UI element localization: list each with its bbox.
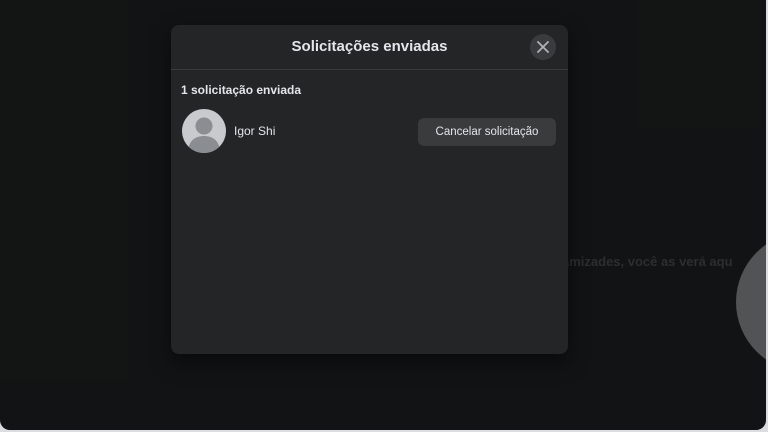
cancel-request-button[interactable]: Cancelar solicitação — [418, 118, 556, 146]
close-button[interactable] — [530, 34, 556, 60]
close-icon — [537, 41, 549, 53]
default-avatar-icon — [188, 117, 220, 153]
dialog-title: Solicitações enviadas — [291, 38, 448, 55]
app-frame: amizades, você as verá aqu Solicitações … — [0, 0, 768, 432]
sent-requests-dialog: Solicitações enviadas 1 solicitação envi… — [171, 25, 568, 354]
list-item: Igor Shi Cancelar solicitação — [181, 109, 557, 155]
avatar[interactable] — [182, 109, 226, 153]
dialog-header: Solicitações enviadas — [171, 25, 568, 70]
page-background: amizades, você as verá aqu Solicitações … — [0, 0, 766, 430]
request-count-label: 1 solicitação enviada — [181, 83, 302, 97]
request-user-name[interactable]: Igor Shi — [234, 124, 275, 138]
